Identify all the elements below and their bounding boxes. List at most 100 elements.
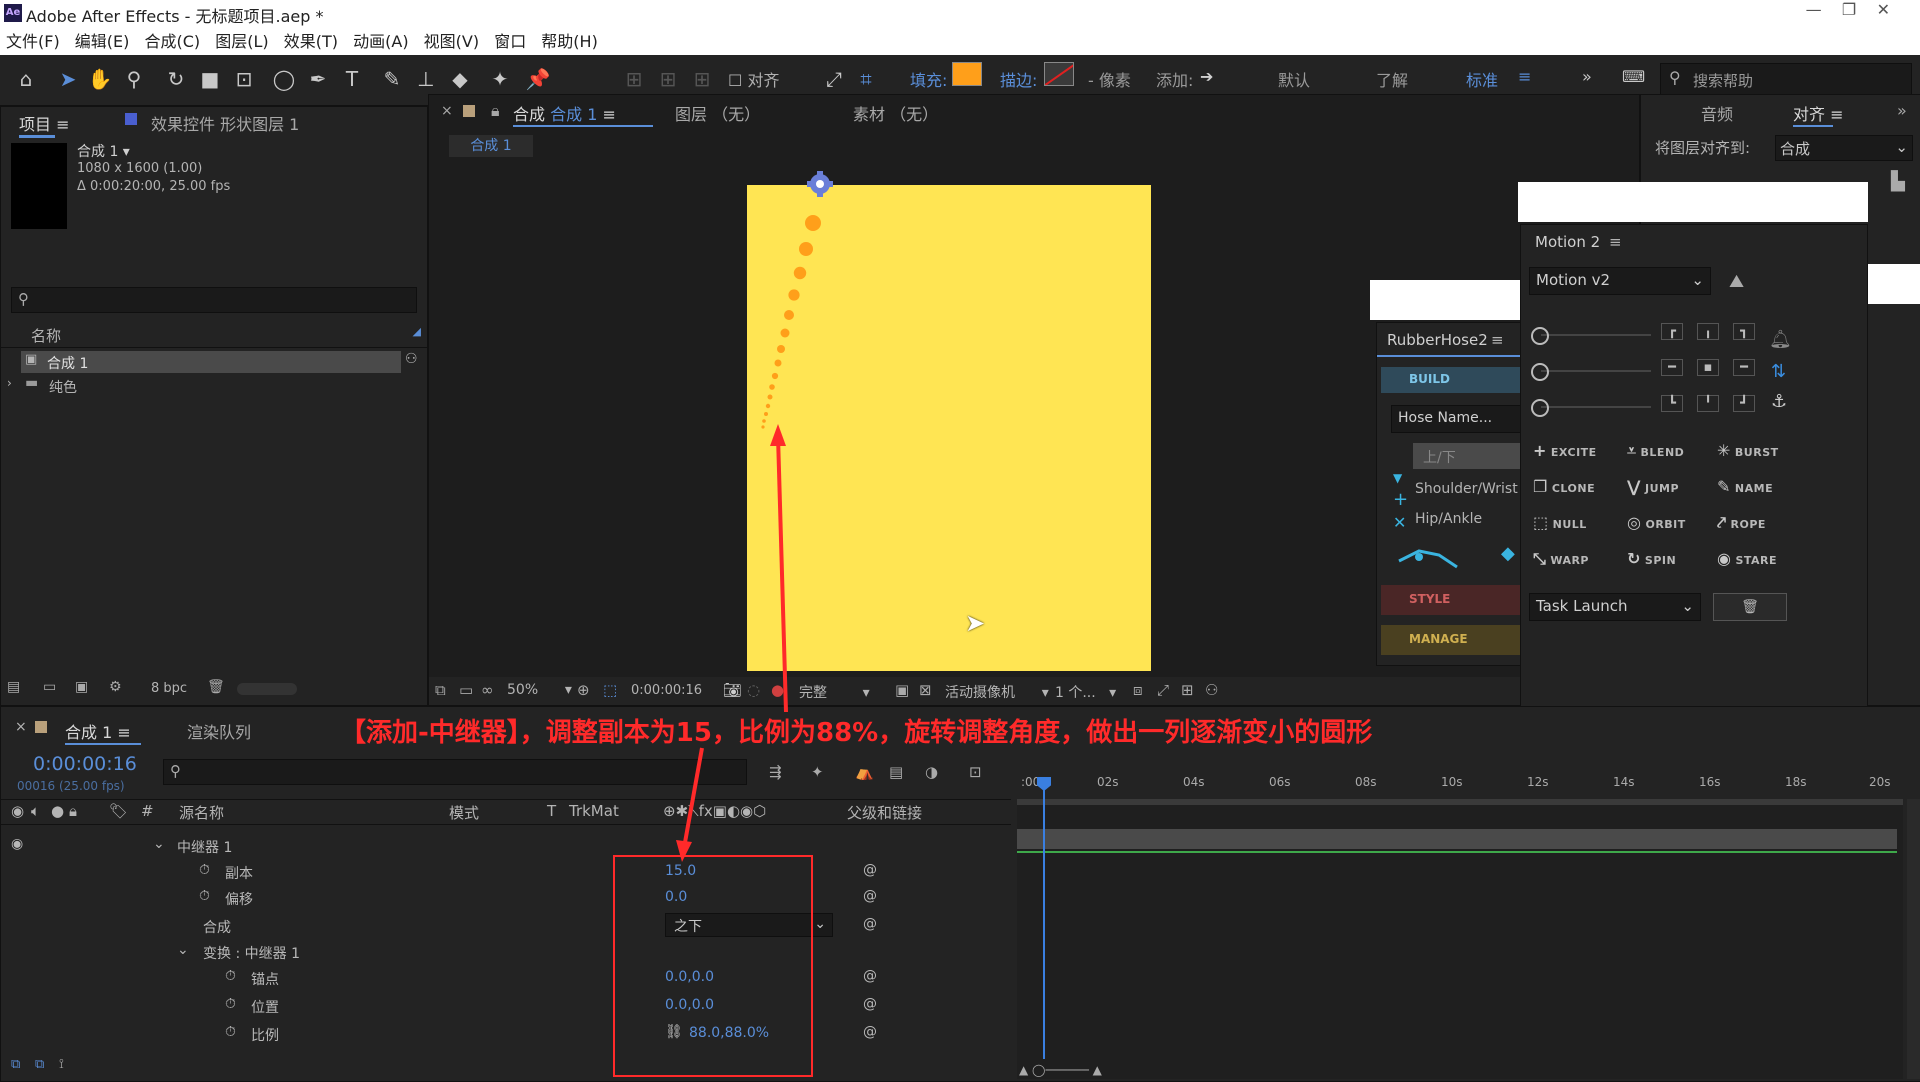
color-channels-icon[interactable]: ●: [771, 681, 784, 699]
scale-row[interactable]: ⏱ 比例 ⛓ 88.0,88.0% @: [1, 1021, 1011, 1047]
tab-align[interactable]: 对齐 ≡: [1793, 101, 1844, 125]
transform-row[interactable]: ⌄ 变换 : 中继器 1: [1, 939, 1011, 965]
menu-window[interactable]: 窗口: [494, 28, 526, 55]
zoom-dropdown[interactable]: 50% ▾: [507, 682, 572, 698]
anchor-top-left-icon[interactable]: ┏: [1661, 323, 1683, 340]
work-area-bar[interactable]: [1017, 799, 1903, 805]
snapshot-icon[interactable]: 📷︎: [723, 681, 742, 699]
clone-button[interactable]: ❐ CLONE: [1533, 477, 1595, 496]
collapse-arrow-icon[interactable]: ⌄: [177, 942, 189, 958]
menu-file[interactable]: 文件(F): [6, 28, 60, 55]
repeater-row[interactable]: ◉ ⌄ 中继器 1: [1, 833, 1011, 859]
stopwatch-icon[interactable]: ⏱: [225, 968, 236, 984]
workspace-menu-icon[interactable]: ≡: [1518, 67, 1531, 86]
camera-dropdown[interactable]: 活动摄像机 ▾: [945, 682, 1049, 702]
new-folder-icon[interactable]: ▭: [43, 679, 56, 695]
flowchart-icon[interactable]: ⚇: [405, 351, 418, 367]
menu-help[interactable]: 帮助(H): [541, 28, 598, 55]
tab-footage[interactable]: 素材 （无）: [853, 101, 938, 125]
toggle-pixel-aspect-icon[interactable]: ⧈: [1133, 681, 1143, 699]
show-snapshot-icon[interactable]: ◌: [747, 681, 760, 699]
menu-animation[interactable]: 动画(A): [353, 28, 408, 55]
region-of-interest-icon[interactable]: ⬚: [603, 681, 617, 699]
stopwatch-icon[interactable]: ⏱: [199, 888, 210, 904]
position-row[interactable]: ⏱ 位置 0.0,0.0 @: [1, 993, 1011, 1019]
anchor-bottom-left-icon[interactable]: ┗: [1661, 395, 1683, 412]
motion-version-dropdown[interactable]: Motion v2 ⌄: [1529, 267, 1711, 295]
motion-blur-icon[interactable]: ◑: [925, 763, 938, 781]
visibility-column-icon[interactable]: ◉: [11, 802, 24, 820]
build-section[interactable]: BUILD: [1381, 367, 1527, 393]
comp-info-name[interactable]: 合成 1 ▾: [77, 141, 130, 161]
shy-layers-icon[interactable]: ⛺: [855, 763, 874, 781]
vr-icon[interactable]: ∞: [481, 681, 494, 699]
timeline-icon[interactable]: ⊞: [1181, 681, 1194, 699]
tab-audio[interactable]: 音频: [1701, 101, 1733, 125]
menu-edit[interactable]: 编辑(E): [75, 28, 130, 55]
selection-tool-icon[interactable]: ➤: [54, 65, 82, 93]
stopwatch-icon[interactable]: ⏱: [225, 996, 236, 1012]
anchor-center-icon[interactable]: ▪: [1697, 359, 1719, 376]
type-tool-icon[interactable]: T: [338, 65, 366, 93]
thumbnail-size-slider[interactable]: [237, 683, 297, 695]
views-dropdown[interactable]: 1 个... ▾: [1055, 682, 1116, 702]
shoulder-wrist-option[interactable]: Shoulder/Wrist: [1415, 481, 1518, 497]
bell-icon[interactable]: 🔔︎: [1769, 329, 1792, 350]
eraser-tool-icon[interactable]: ◆: [446, 65, 474, 93]
column-name[interactable]: 名称: [31, 325, 61, 346]
collapse-icon[interactable]: ▼: [1393, 471, 1402, 485]
panel-menu-icon[interactable]: ≡: [1609, 233, 1622, 251]
anchor-left-icon[interactable]: ━: [1661, 359, 1683, 376]
copies-row[interactable]: ⏱ 副本 15.0 @: [1, 859, 1011, 885]
menu-layer[interactable]: 图层(L): [215, 28, 268, 55]
align-bottom-icon[interactable]: ▙: [1891, 171, 1905, 192]
new-comp-icon[interactable]: ▣: [75, 679, 88, 695]
viewer-timecode[interactable]: 0:00:00:16: [631, 683, 702, 698]
task-launch-dropdown[interactable]: Task Launch ⌄: [1529, 593, 1701, 621]
axis-local-icon[interactable]: ⊞: [620, 65, 648, 93]
curve-mountain-icon[interactable]: ⛰: [1729, 271, 1744, 292]
transfer-controls-icon[interactable]: ⧉: [35, 1057, 44, 1072]
in-out-icon[interactable]: ⟟: [59, 1057, 64, 1072]
snap-checkbox[interactable]: ☐ 对齐: [728, 67, 779, 91]
brush-tool-icon[interactable]: ✎: [378, 65, 406, 93]
hose-name-input[interactable]: Hose Name...: [1391, 405, 1529, 433]
pen-tool-icon[interactable]: ✒: [304, 65, 332, 93]
tab-render-queue[interactable]: 渲染队列: [187, 719, 251, 743]
warp-button[interactable]: ⤡ WARP: [1533, 549, 1589, 569]
offset-row[interactable]: ⏱ 偏移 0.0 @: [1, 885, 1011, 911]
menu-view[interactable]: 视图(V): [424, 28, 479, 55]
ellipse-tool-icon[interactable]: ◯: [270, 65, 298, 93]
pickwhip-icon[interactable]: @: [863, 862, 877, 878]
hose-shape-icon[interactable]: [1395, 543, 1465, 571]
motion-slider-1[interactable]: [1531, 325, 1651, 345]
stroke-width-unit[interactable]: - 像素: [1088, 67, 1131, 91]
style-section[interactable]: STYLE: [1381, 585, 1527, 615]
tab-layer[interactable]: 图层 （无）: [675, 101, 760, 125]
window-controls[interactable]: — ❐ ✕: [1806, 0, 1890, 19]
workspace-default[interactable]: 默认: [1278, 67, 1310, 91]
number-column[interactable]: #: [141, 802, 154, 820]
label-column-icon[interactable]: 🏷︎: [109, 802, 128, 820]
collapse-arrow-icon[interactable]: ⌄: [153, 836, 165, 852]
timeline-search-input[interactable]: ⚲: [163, 759, 747, 785]
project-item-comp[interactable]: ▣ 合成 1: [21, 351, 401, 373]
timeline-graph-area[interactable]: [1017, 799, 1903, 1079]
project-search-input[interactable]: ⚲: [11, 287, 417, 313]
roto-brush-tool-icon[interactable]: ✦: [486, 65, 514, 93]
jump-button[interactable]: ⋁ JUMP: [1627, 477, 1679, 496]
workspace-learn[interactable]: 了解: [1376, 67, 1408, 91]
interpret-footage-icon[interactable]: ▤: [7, 679, 20, 695]
timeline-scrollbar[interactable]: [1907, 799, 1920, 1079]
workspace-standard[interactable]: 标准: [1466, 67, 1498, 91]
anchor-right-icon[interactable]: ━: [1733, 359, 1755, 376]
keyboard-icon[interactable]: ⌨: [1622, 67, 1645, 86]
menu-effect[interactable]: 效果(T): [284, 28, 338, 55]
pickwhip-icon[interactable]: @: [863, 916, 877, 932]
comp-flowchart-icon[interactable]: ⚇: [1205, 681, 1218, 699]
anchor-point-handle-icon[interactable]: [805, 169, 835, 199]
align-to-dropdown[interactable]: 合成 ⌄: [1775, 135, 1913, 161]
lock-column-icon[interactable]: 🔒︎: [69, 802, 77, 820]
delete-task-icon[interactable]: 🗑: [1713, 593, 1787, 621]
snap-option-icon[interactable]: ⤢: [820, 65, 848, 93]
